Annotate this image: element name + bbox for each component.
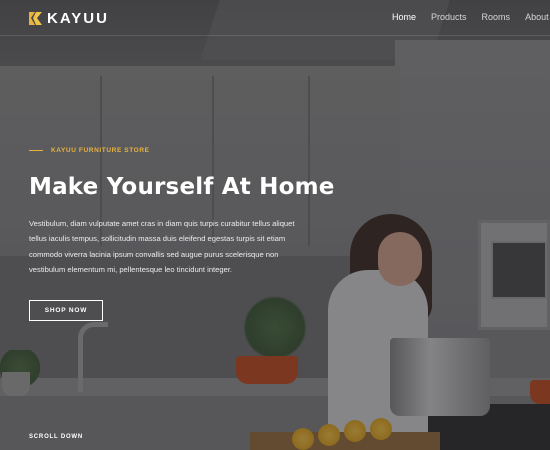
nav-item-about[interactable]: About U [525, 12, 550, 22]
nav-item-products[interactable]: Products [431, 12, 467, 22]
hero-eyebrow: KAYUU FURNITURE STORE [29, 147, 150, 154]
scroll-down-link[interactable]: SCROLL DOWN [29, 434, 83, 440]
hero-description: Vestibulum, diam vulputate amet cras in … [29, 216, 335, 277]
hero-headline: Make Yourself At Home [29, 174, 335, 200]
brand-name: KAYUU [47, 9, 109, 27]
eyebrow-divider [29, 150, 43, 151]
main-nav: Home Products Rooms About U [392, 12, 550, 22]
site-header: KAYUU Home Products Rooms About U [0, 0, 550, 36]
kayuu-logo-icon [29, 11, 42, 25]
hero-section: KAYUU Home Products Rooms About U KAYUU … [0, 0, 550, 450]
brand-logo[interactable]: KAYUU [29, 9, 109, 27]
nav-item-home[interactable]: Home [392, 12, 416, 22]
hero-description-line: commodo viverra lacinia ipsum convallis … [29, 249, 279, 259]
shop-now-button[interactable]: SHOP NOW [29, 300, 103, 321]
nav-item-rooms[interactable]: Rooms [482, 12, 511, 22]
hero-description-line: vestibulum elementum mi, pellentesque le… [29, 264, 233, 274]
eyebrow-text: KAYUU FURNITURE STORE [51, 147, 150, 154]
hero-description-line: Vestibulum, diam vulputate amet cras in … [29, 219, 295, 228]
hero-description-line: tellus iaculis tempus, sollicitudin mass… [29, 234, 286, 244]
